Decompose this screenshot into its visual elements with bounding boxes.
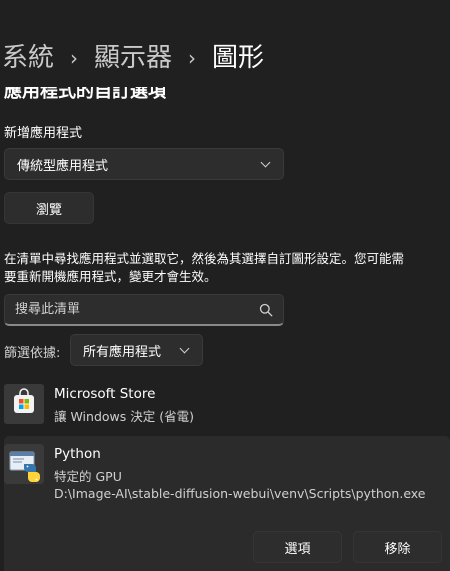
filter-label: 篩選依據:	[4, 346, 61, 361]
instructions-line-2: 要重新開機應用程式，變更才會生效。	[4, 269, 217, 284]
app-gpu-preference: 讓 Windows 決定 (省電)	[54, 409, 194, 424]
remove-button[interactable]: 移除	[353, 531, 442, 563]
filter-dropdown[interactable]: 所有應用程式	[70, 334, 203, 366]
app-name: Python	[54, 446, 101, 462]
app-item-microsoft-store[interactable]: Microsoft Store 讓 Windows 決定 (省電)	[4, 384, 450, 428]
microsoft-store-icon	[4, 384, 44, 424]
search-input[interactable]	[15, 302, 259, 317]
filter-value: 所有應用程式	[83, 344, 162, 360]
chevron-down-icon	[260, 157, 271, 167]
chevron-right-icon: ›	[188, 46, 197, 70]
instructions-text: 在清單中尋找應用程式並選取它，然後為其選擇自訂圖形設定。您可能需 要重新開機應用…	[4, 250, 450, 286]
search-icon[interactable]	[259, 303, 273, 317]
page-title: 圖形	[212, 43, 265, 73]
app-item-python[interactable]: Python 特定的 GPU D:\Image-AI\stable-diffus…	[4, 436, 450, 571]
add-app-label: 新增應用程式	[4, 126, 83, 141]
app-name: Microsoft Store	[54, 386, 156, 402]
app-path: D:\Image-AI\stable-diffusion-webui\venv\…	[54, 486, 426, 501]
breadcrumb: 系統 › 顯示器 › 圖形	[2, 36, 264, 80]
app-type-dropdown[interactable]: 傳統型應用程式	[4, 148, 284, 180]
instructions-line-1: 在清單中尋找應用程式並選取它，然後為其選擇自訂圖形設定。您可能需	[4, 251, 405, 266]
graphics-settings-page: 系統 › 顯示器 › 圖形 應用程式的自訂選項 新增應用程式 傳統型應用程式 瀏…	[0, 0, 450, 571]
python-icon	[4, 444, 44, 484]
section-heading: 應用程式的自訂選項	[4, 87, 166, 99]
breadcrumb-system[interactable]: 系統	[2, 36, 54, 80]
chevron-right-icon: ›	[70, 46, 79, 70]
app-gpu-preference: 特定的 GPU	[54, 469, 122, 484]
app-type-value: 傳統型應用程式	[17, 158, 109, 174]
section-heading-clip: 應用程式的自訂選項	[4, 87, 444, 99]
search-box	[4, 294, 284, 326]
chevron-down-icon	[179, 343, 190, 353]
browse-button-label: 瀏覽	[35, 202, 62, 218]
breadcrumb-display[interactable]: 顯示器	[94, 36, 172, 80]
remove-button-label: 移除	[384, 541, 411, 557]
options-button[interactable]: 選項	[253, 531, 342, 563]
options-button-label: 選項	[284, 541, 311, 557]
browse-button[interactable]: 瀏覽	[4, 192, 94, 224]
